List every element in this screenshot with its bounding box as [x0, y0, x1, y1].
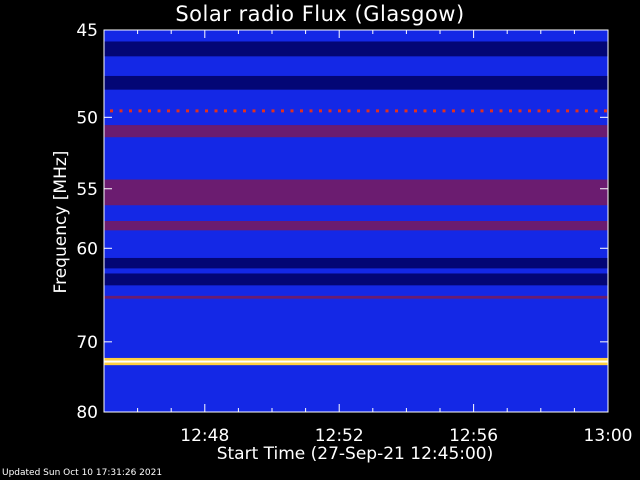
dotted-mark: [366, 109, 370, 113]
dotted-mark: [518, 109, 522, 113]
dotted-mark: [224, 109, 227, 113]
dotted-mark: [195, 109, 199, 113]
band-band-4: [104, 179, 608, 206]
dotted-mark: [252, 109, 256, 113]
band-dark-0: [104, 41, 608, 57]
dotted-mark: [385, 109, 389, 113]
dotted-mark: [138, 109, 142, 113]
y-tick-label: 80: [76, 403, 98, 423]
x-tick-label: 12:48: [180, 426, 229, 446]
dotted-mark: [167, 109, 170, 113]
band-band-8: [104, 295, 608, 299]
dotted-mark: [157, 109, 161, 113]
x-tick-label: 12:56: [449, 426, 498, 446]
dotted-mark: [471, 109, 474, 113]
dotted-mark: [271, 109, 275, 113]
dotted-mark: [319, 109, 322, 113]
dotted-mark: [176, 109, 180, 113]
x-tick-label: 13:00: [584, 426, 633, 446]
dotted-mark: [347, 109, 351, 113]
dotted-mark: [129, 109, 132, 113]
dotted-mark: [433, 109, 436, 113]
dotted-mark: [499, 109, 503, 113]
dotted-mark: [594, 109, 598, 113]
y-tick-label: 50: [76, 108, 98, 128]
y-tick-label: 45: [76, 21, 98, 41]
dotted-mark: [404, 109, 408, 113]
x-axis-label: Start Time (27-Sep-21 12:45:00): [216, 444, 494, 464]
dotted-mark: [338, 109, 341, 113]
y-tick-label: 60: [76, 239, 98, 259]
dotted-mark: [461, 109, 465, 113]
dotted-mark: [243, 109, 246, 113]
dotted-mark: [604, 109, 607, 113]
dotted-mark: [585, 109, 588, 113]
dotted-mark: [119, 109, 123, 113]
band-dark-1: [104, 75, 608, 90]
dotted-mark: [566, 109, 569, 113]
band-dark-6: [104, 257, 608, 269]
dotted-mark: [414, 109, 417, 113]
dotted-mark: [205, 109, 208, 113]
dotted-mark: [395, 109, 398, 113]
dotted-mark: [300, 109, 303, 113]
y-tick-label: 55: [76, 180, 98, 200]
band-dark-7: [104, 273, 608, 286]
dotted-mark: [233, 109, 237, 113]
dotted-mark: [575, 109, 579, 113]
dotted-mark: [328, 109, 332, 113]
dotted-mark: [110, 109, 113, 113]
band-rfi-core-9: [104, 360, 608, 363]
dotted-mark: [509, 109, 512, 113]
dotted-mark: [537, 109, 541, 113]
y-tick-label: 70: [76, 333, 98, 353]
dotted-mark: [309, 109, 313, 113]
spectrogram-chart: 45 50 55 60 70 80 12:48 12:52 12:56 13:00: [76, 21, 633, 446]
dotted-mark: [357, 109, 360, 113]
dotted-mark: [480, 109, 484, 113]
updated-timestamp: Updated Sun Oct 10 17:31:26 2021: [2, 468, 163, 478]
dotted-mark: [262, 109, 265, 113]
dotted-mark: [442, 109, 446, 113]
dotted-mark: [452, 109, 455, 113]
dotted-mark: [290, 109, 294, 113]
dotted-mark: [281, 109, 284, 113]
x-tick-label: 12:52: [315, 426, 364, 446]
spectrogram-bands: [104, 30, 608, 412]
dotted-mark: [376, 109, 379, 113]
dotted-mark: [556, 109, 560, 113]
dotted-mark: [528, 109, 531, 113]
dotted-mark: [423, 109, 427, 113]
y-axis-label: Frequency [MHz]: [51, 150, 71, 294]
dotted-mark: [148, 109, 151, 113]
dotted-mark: [490, 109, 493, 113]
band-band-5: [104, 221, 608, 231]
dotted-mark: [547, 109, 550, 113]
band-band-3: [104, 125, 608, 138]
dotted-mark: [214, 109, 218, 113]
dotted-mark: [186, 109, 189, 113]
